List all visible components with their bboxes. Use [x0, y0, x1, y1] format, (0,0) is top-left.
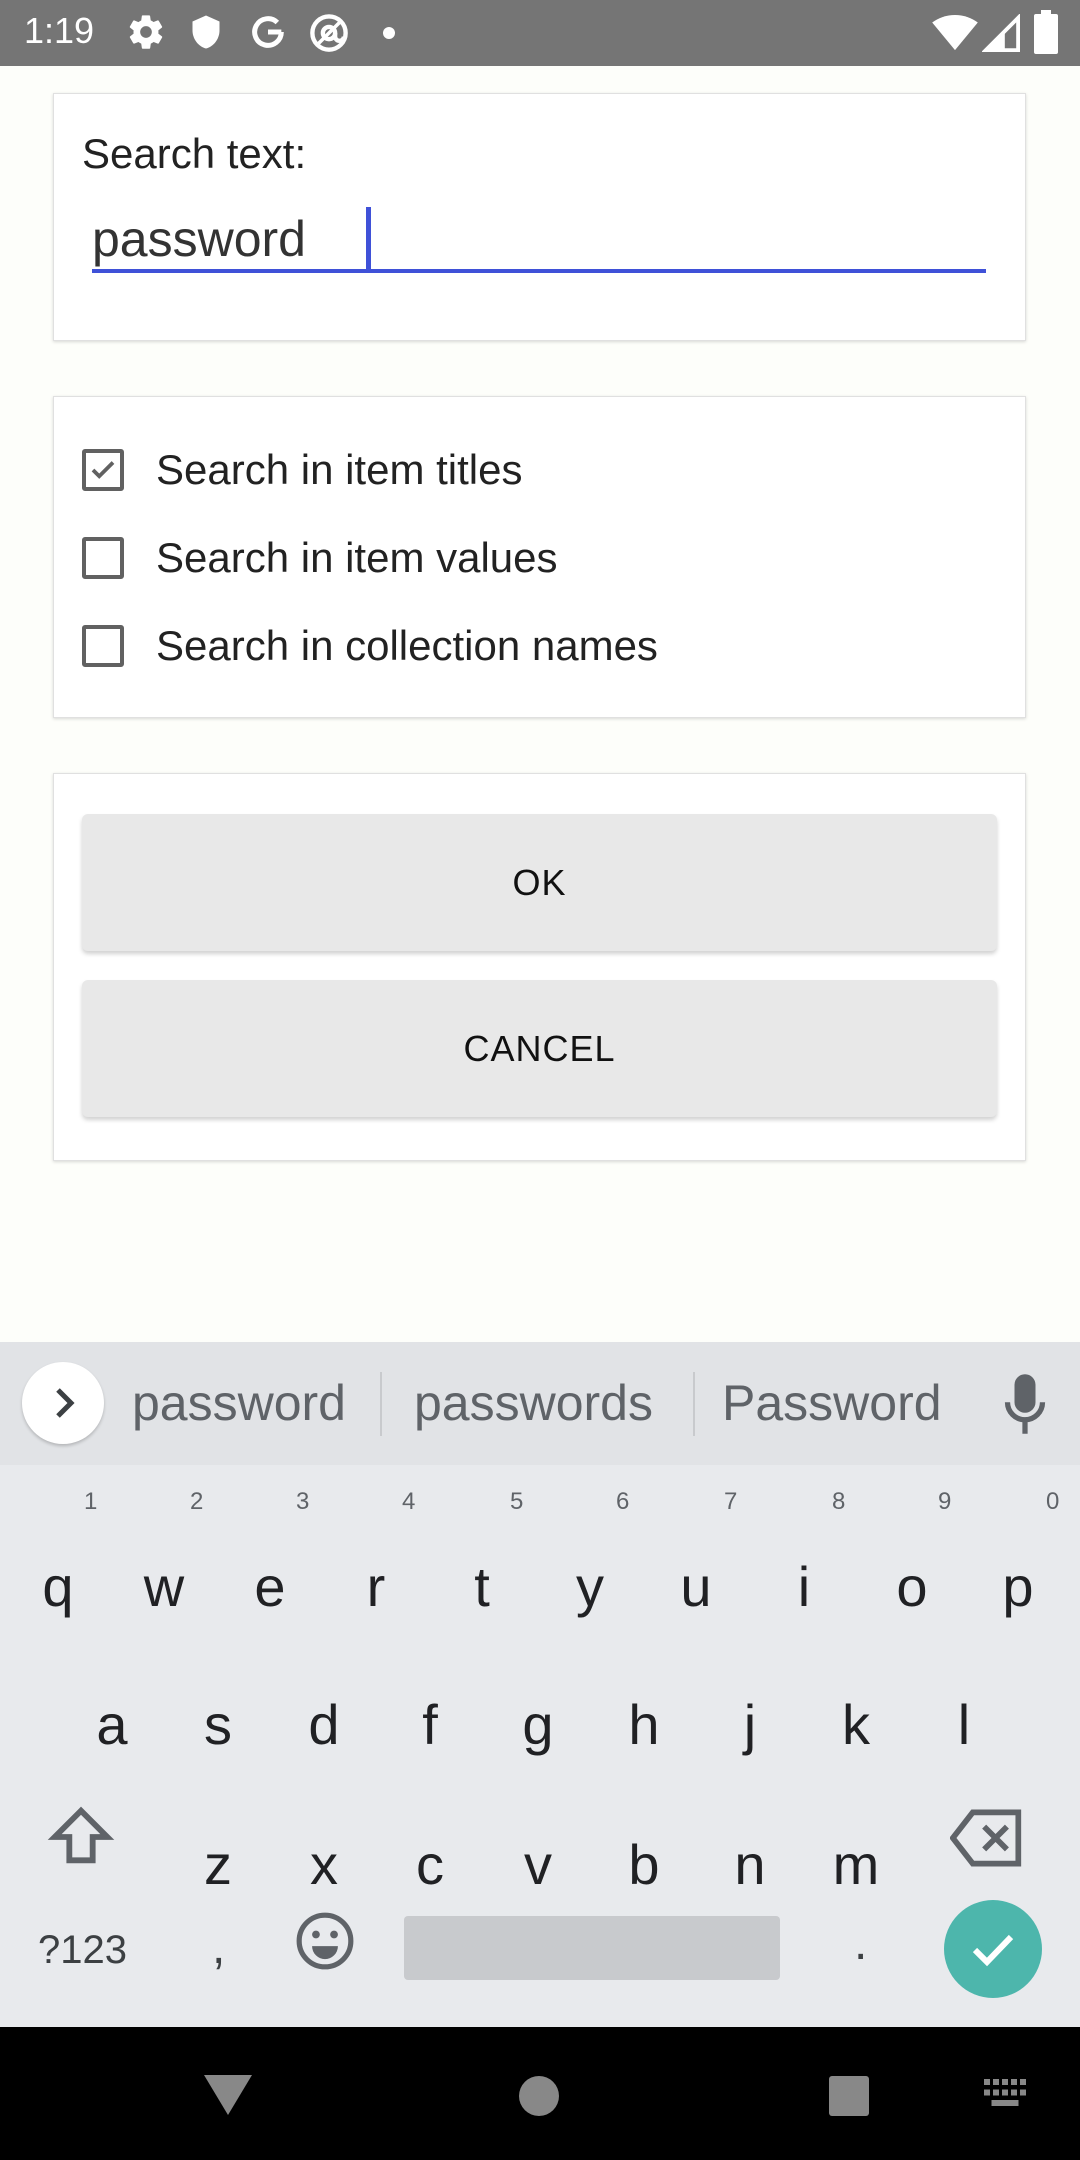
status-bar: 1:19	[0, 0, 1080, 66]
key-x[interactable]: x	[274, 1810, 374, 1920]
option-collection-names[interactable]: Search in collection names	[82, 611, 658, 681]
key-hint-8: 8	[832, 1488, 846, 1515]
ok-button[interactable]: OK	[82, 814, 997, 951]
key-a[interactable]: a	[62, 1670, 162, 1780]
shift-icon	[47, 1806, 115, 1864]
emoji-key[interactable]	[294, 1910, 356, 1977]
back-triangle-icon	[204, 2075, 252, 2115]
key-v[interactable]: v	[488, 1810, 588, 1920]
key-h[interactable]: h	[594, 1670, 694, 1780]
search-text-card: Search text:	[53, 93, 1026, 341]
text-cursor	[366, 207, 371, 273]
key-e[interactable]: e	[220, 1532, 320, 1642]
shift-key[interactable]	[46, 1782, 126, 1892]
gear-icon	[126, 12, 166, 57]
checkmark-icon	[91, 461, 115, 479]
soft-keyboard: password passwords Password q 1 w 2 e 3 …	[0, 1342, 1080, 2027]
key-hint-0: 0	[1046, 1488, 1060, 1515]
back-button[interactable]	[204, 2075, 252, 2120]
key-hint-4: 4	[402, 1488, 416, 1515]
key-y[interactable]: y	[540, 1532, 640, 1642]
chevron-right-icon	[56, 1388, 75, 1418]
key-j[interactable]: j	[700, 1670, 800, 1780]
suggestion-2[interactable]: passwords	[414, 1374, 653, 1432]
search-options-card: Search in item titles Search in item val…	[53, 396, 1026, 718]
key-t[interactable]: t	[432, 1532, 532, 1642]
recents-button[interactable]	[828, 2075, 870, 2122]
key-c[interactable]: c	[380, 1810, 480, 1920]
checkbox-collection-names[interactable]	[82, 625, 124, 667]
key-hint-3: 3	[296, 1488, 310, 1515]
keyboard-icon	[984, 2079, 1026, 2106]
keyboard-switch-button[interactable]	[984, 2079, 1026, 2114]
option-item-values[interactable]: Search in item values	[82, 523, 558, 593]
key-r[interactable]: r	[326, 1532, 426, 1642]
check-icon	[972, 1934, 1014, 1967]
recents-square-icon	[829, 2076, 869, 2116]
key-hint-7: 7	[724, 1488, 738, 1515]
key-z[interactable]: z	[168, 1810, 268, 1920]
key-s[interactable]: s	[168, 1670, 268, 1780]
key-hint-2: 2	[190, 1488, 204, 1515]
key-b[interactable]: b	[594, 1810, 694, 1920]
dot-icon	[382, 26, 396, 45]
battery-icon	[1034, 10, 1058, 59]
at-sign-icon	[308, 12, 350, 59]
status-time: 1:19	[24, 10, 95, 51]
key-n[interactable]: n	[700, 1810, 800, 1920]
period-key[interactable]: .	[854, 1916, 867, 1971]
checkbox-item-titles[interactable]	[82, 449, 124, 491]
key-w[interactable]: w	[114, 1532, 214, 1642]
actions-card: OK CANCEL	[53, 773, 1026, 1161]
key-l[interactable]: l	[914, 1670, 1014, 1780]
option-label: Search in item titles	[156, 446, 523, 493]
microphone-icon[interactable]	[1004, 1374, 1046, 1439]
backspace-key[interactable]	[949, 1782, 1040, 1892]
checkbox-item-values[interactable]	[82, 537, 124, 579]
suggestion-divider	[693, 1372, 695, 1436]
suggestion-strip: password passwords Password	[0, 1342, 1080, 1465]
cancel-button[interactable]: CANCEL	[82, 980, 997, 1117]
backspace-icon	[949, 1809, 1022, 1867]
key-hint-5: 5	[510, 1488, 524, 1515]
suggestion-1[interactable]: password	[132, 1374, 346, 1432]
spacebar[interactable]	[404, 1916, 780, 1980]
key-i[interactable]: i	[754, 1532, 854, 1642]
option-label: Search in collection names	[156, 622, 658, 669]
home-circle-icon	[519, 2076, 559, 2116]
suggestion-divider	[380, 1372, 382, 1436]
search-text-label: Search text:	[82, 130, 307, 177]
key-hint-9: 9	[938, 1488, 952, 1515]
key-hint-6: 6	[616, 1488, 630, 1515]
symbols-key[interactable]: ?123	[38, 1928, 127, 1973]
key-u[interactable]: u	[646, 1532, 746, 1642]
key-m[interactable]: m	[806, 1810, 906, 1920]
key-g[interactable]: g	[488, 1670, 588, 1780]
home-button[interactable]	[518, 2075, 560, 2122]
option-label: Search in item values	[156, 534, 558, 581]
google-icon	[248, 12, 288, 57]
search-input[interactable]	[92, 209, 986, 273]
navigation-bar	[0, 2027, 1080, 2160]
key-p[interactable]: p	[968, 1532, 1068, 1642]
expand-suggestions-button[interactable]	[22, 1362, 104, 1444]
option-item-titles[interactable]: Search in item titles	[82, 435, 522, 505]
key-q[interactable]: q	[8, 1532, 108, 1642]
shield-icon	[188, 12, 224, 57]
key-hint-1: 1	[84, 1488, 98, 1515]
emoji-icon	[296, 1912, 354, 1970]
key-o[interactable]: o	[862, 1532, 962, 1642]
key-f[interactable]: f	[380, 1670, 480, 1780]
done-key[interactable]	[944, 1900, 1042, 1998]
suggestion-3[interactable]: Password	[722, 1374, 942, 1432]
key-k[interactable]: k	[806, 1670, 906, 1780]
comma-key[interactable]: ,	[212, 1920, 225, 1975]
key-d[interactable]: d	[274, 1670, 374, 1780]
wifi-icon	[932, 14, 978, 57]
cell-signal-icon	[981, 13, 1020, 57]
